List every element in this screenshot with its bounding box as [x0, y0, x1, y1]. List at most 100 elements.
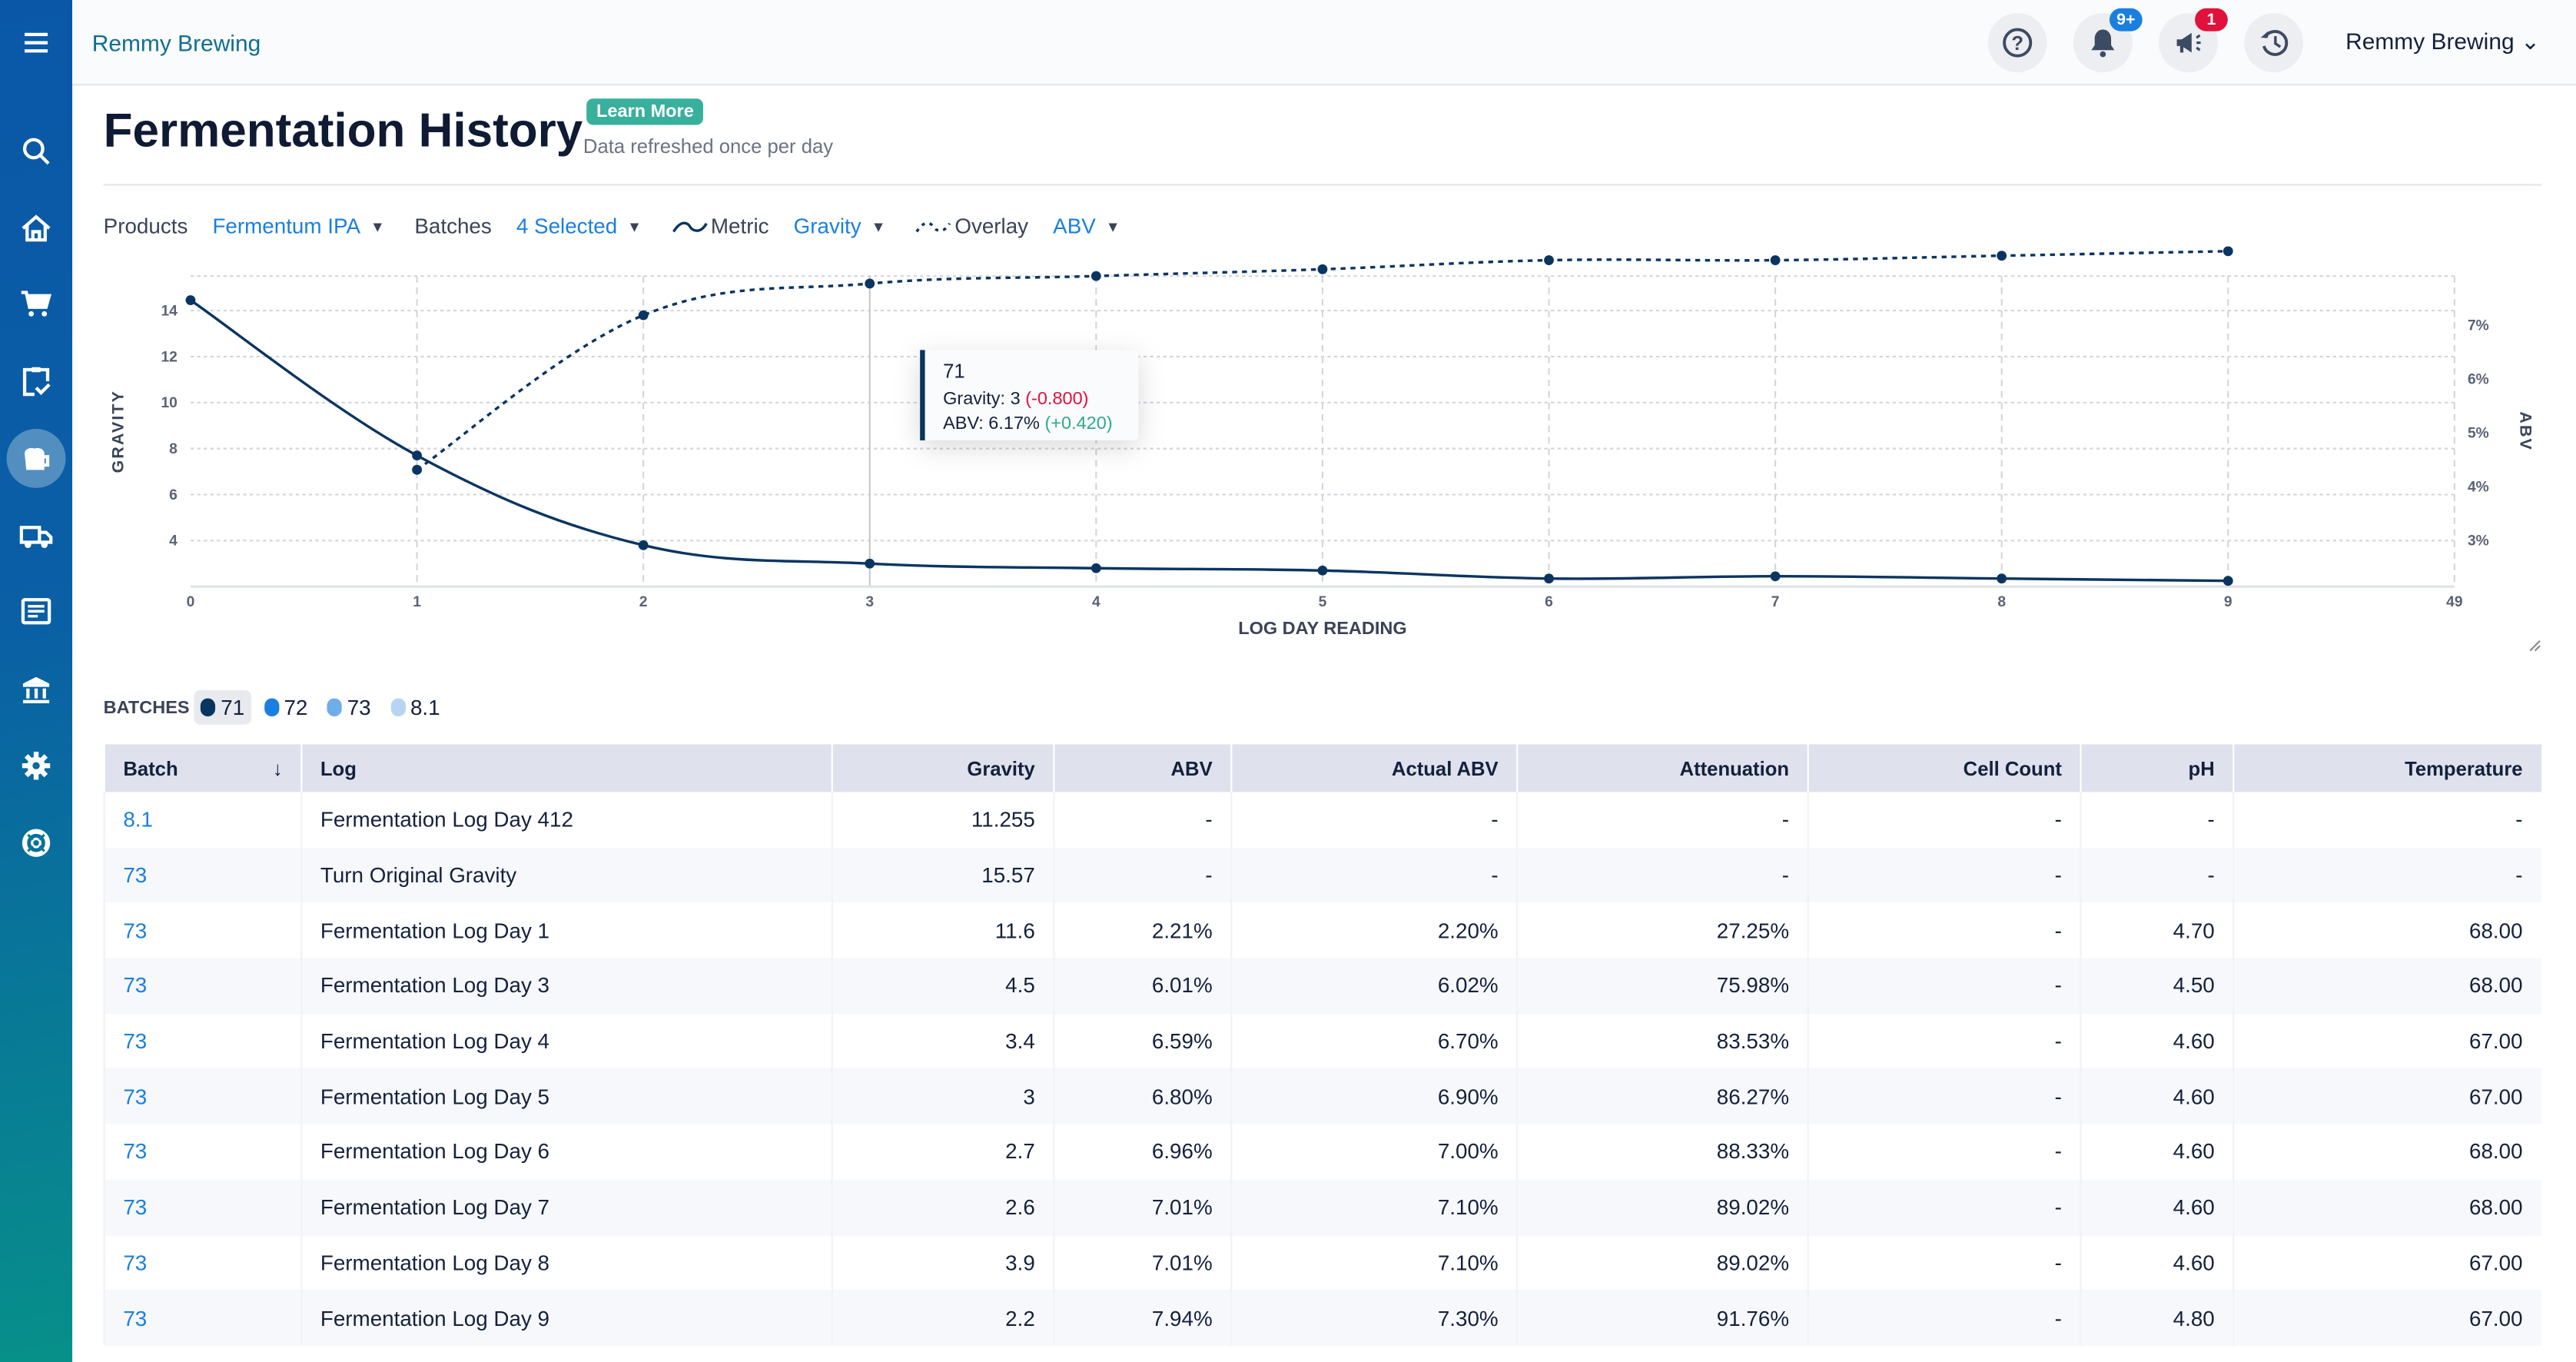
- dashed-line-icon: [915, 221, 951, 232]
- bell-icon: [2091, 29, 2115, 58]
- metric-label: Metric: [710, 213, 769, 238]
- batch-link[interactable]: 73: [103, 1179, 302, 1235]
- table-cell: 6.02%: [1230, 958, 1518, 1014]
- fermentation-chart[interactable]: 0 1 2 3 4 5 6 7 8 9 494681012143%4%5%6%7%GRAVITY AB…: [0, 246, 2576, 657]
- column-header-temperature[interactable]: Temperature: [2232, 744, 2541, 792]
- column-header-gravity[interactable]: Gravity: [831, 744, 1054, 792]
- table-cell: 4.60: [2080, 1124, 2234, 1180]
- table-cell: 67.00: [2232, 1234, 2541, 1291]
- x-tick-label: 2: [639, 594, 648, 610]
- table-cell: 88.33%: [1516, 1124, 1808, 1180]
- brand-link[interactable]: Remmy Brewing: [92, 29, 261, 55]
- notifications-badge: 9+: [2109, 8, 2143, 32]
- table-cell: 7.10%: [1230, 1234, 1518, 1291]
- column-header-label: pH: [2188, 756, 2215, 780]
- notifications-button[interactable]: 9+: [2073, 8, 2143, 73]
- data-point-gravity: [1317, 565, 1328, 576]
- table-cell: 2.2: [831, 1290, 1054, 1346]
- resize-handle-icon[interactable]: [2529, 639, 2541, 652]
- data-point-gravity: [1997, 573, 2007, 584]
- data-point-gravity: [412, 450, 422, 461]
- column-header-ph[interactable]: pH: [2080, 744, 2234, 792]
- data-point-abv: [2222, 246, 2233, 257]
- sidebar-item-bank[interactable]: [7, 659, 66, 718]
- page-title: Fermentation History: [103, 105, 583, 158]
- account-menu[interactable]: Remmy Brewing ⌄: [2345, 28, 2540, 55]
- megaphone-icon: [2176, 32, 2201, 53]
- batch-link[interactable]: 73: [103, 958, 302, 1014]
- x-tick-label: 3: [865, 594, 874, 610]
- tooltip-abv-delta: (+0.420): [1044, 413, 1112, 433]
- batches-dropdown[interactable]: 4 Selected: [516, 214, 617, 238]
- caret-down-icon[interactable]: ▼: [871, 218, 885, 234]
- table-cell: -: [1807, 1124, 2081, 1180]
- table-cell: -: [1230, 847, 1518, 903]
- data-point-abv: [1317, 264, 1328, 274]
- y2-axis-title: ABV: [2516, 411, 2535, 451]
- tooltip-abv-label: ABV: 6.17%: [943, 413, 1040, 433]
- overlay-dropdown[interactable]: ABV: [1053, 214, 1096, 238]
- batch-link[interactable]: 73: [103, 902, 302, 958]
- batch-link[interactable]: 73: [103, 1290, 302, 1346]
- table-cell: Fermentation Log Day 1: [300, 902, 832, 958]
- batch-link[interactable]: 8.1: [103, 792, 302, 848]
- column-header-label: Log: [320, 756, 357, 780]
- column-header-attenuation[interactable]: Attenuation: [1516, 744, 1808, 792]
- metric-dropdown[interactable]: Gravity: [794, 214, 861, 238]
- sidebar-item-menu[interactable]: [7, 13, 66, 72]
- column-header-abv[interactable]: ABV: [1053, 744, 1232, 792]
- x-tick-label: 4: [1092, 594, 1100, 610]
- caret-down-icon[interactable]: ▼: [627, 218, 642, 234]
- batch-legend-item[interactable]: 8.1: [384, 690, 446, 725]
- help-button[interactable]: ?: [1987, 13, 2047, 73]
- batch-link[interactable]: 73: [103, 847, 302, 903]
- column-header-batch[interactable]: Batch ↓: [103, 744, 302, 792]
- batch-link[interactable]: 73: [103, 1068, 302, 1124]
- announcements-button[interactable]: 1: [2159, 8, 2228, 73]
- batches-legend: BATCHES 71 72 73 8.1: [104, 689, 453, 725]
- table-row: 8.1 Fermentation Log Day 412 11.255- - - - - -: [103, 792, 2541, 848]
- table-cell: -: [2080, 847, 2234, 903]
- sort-arrow-down-icon[interactable]: ↓: [273, 756, 283, 779]
- caret-down-icon[interactable]: ▼: [370, 218, 385, 234]
- table-cell: 3.9: [831, 1234, 1054, 1291]
- fermentation-table: Batch ↓ Log Gravity ABV Actual ABV Attenuation…: [103, 744, 2541, 1346]
- table-cell: 6.96%: [1053, 1124, 1232, 1180]
- batch-link[interactable]: 73: [103, 1013, 302, 1069]
- batch-legend-item[interactable]: 73: [321, 690, 378, 725]
- batch-link[interactable]: 73: [103, 1124, 302, 1180]
- table-cell: 7.00%: [1230, 1124, 1518, 1180]
- data-point-abv: [638, 310, 649, 321]
- table-cell: 3: [831, 1068, 1054, 1124]
- y-tick-label: 4: [169, 533, 178, 550]
- batch-legend-item[interactable]: 71: [194, 689, 251, 725]
- table-cell: Fermentation Log Day 9: [300, 1290, 832, 1346]
- column-header-log[interactable]: Log: [300, 744, 832, 792]
- table-cell: 15.57: [831, 847, 1054, 903]
- learn-more-button[interactable]: Learn More: [586, 98, 704, 125]
- table-cell: 2.6: [831, 1179, 1054, 1235]
- table-cell: Fermentation Log Day 6: [300, 1124, 832, 1180]
- sidebar-item-gear[interactable]: [7, 736, 66, 796]
- column-header-actual-abv[interactable]: Actual ABV: [1230, 744, 1518, 792]
- table-cell: 89.02%: [1516, 1179, 1808, 1235]
- sidebar-item-lifebuoy[interactable]: [7, 813, 66, 872]
- table-cell: -: [1807, 1234, 2081, 1291]
- batch-link[interactable]: 73: [103, 1234, 302, 1291]
- products-dropdown[interactable]: Fermentum IPA: [212, 214, 360, 238]
- caret-down-icon[interactable]: ▼: [1106, 218, 1120, 234]
- table-cell: -: [1807, 1179, 2081, 1235]
- table-cell: -: [1230, 792, 1518, 848]
- table-cell: 4.5: [831, 958, 1054, 1014]
- table-cell: 86.27%: [1516, 1068, 1808, 1124]
- data-point-abv: [1770, 255, 1781, 265]
- x-tick-label: 5: [1319, 594, 1327, 610]
- sidebar-item-search[interactable]: [7, 121, 66, 181]
- table-cell: 68.00: [2232, 1179, 2541, 1235]
- bank-icon: [22, 676, 50, 703]
- gear-icon: [22, 752, 51, 780]
- history-button[interactable]: [2244, 13, 2304, 73]
- column-header-cell-count[interactable]: Cell Count: [1807, 744, 2081, 792]
- batch-legend-item[interactable]: 72: [257, 690, 314, 725]
- table-cell: 91.76%: [1516, 1290, 1808, 1346]
